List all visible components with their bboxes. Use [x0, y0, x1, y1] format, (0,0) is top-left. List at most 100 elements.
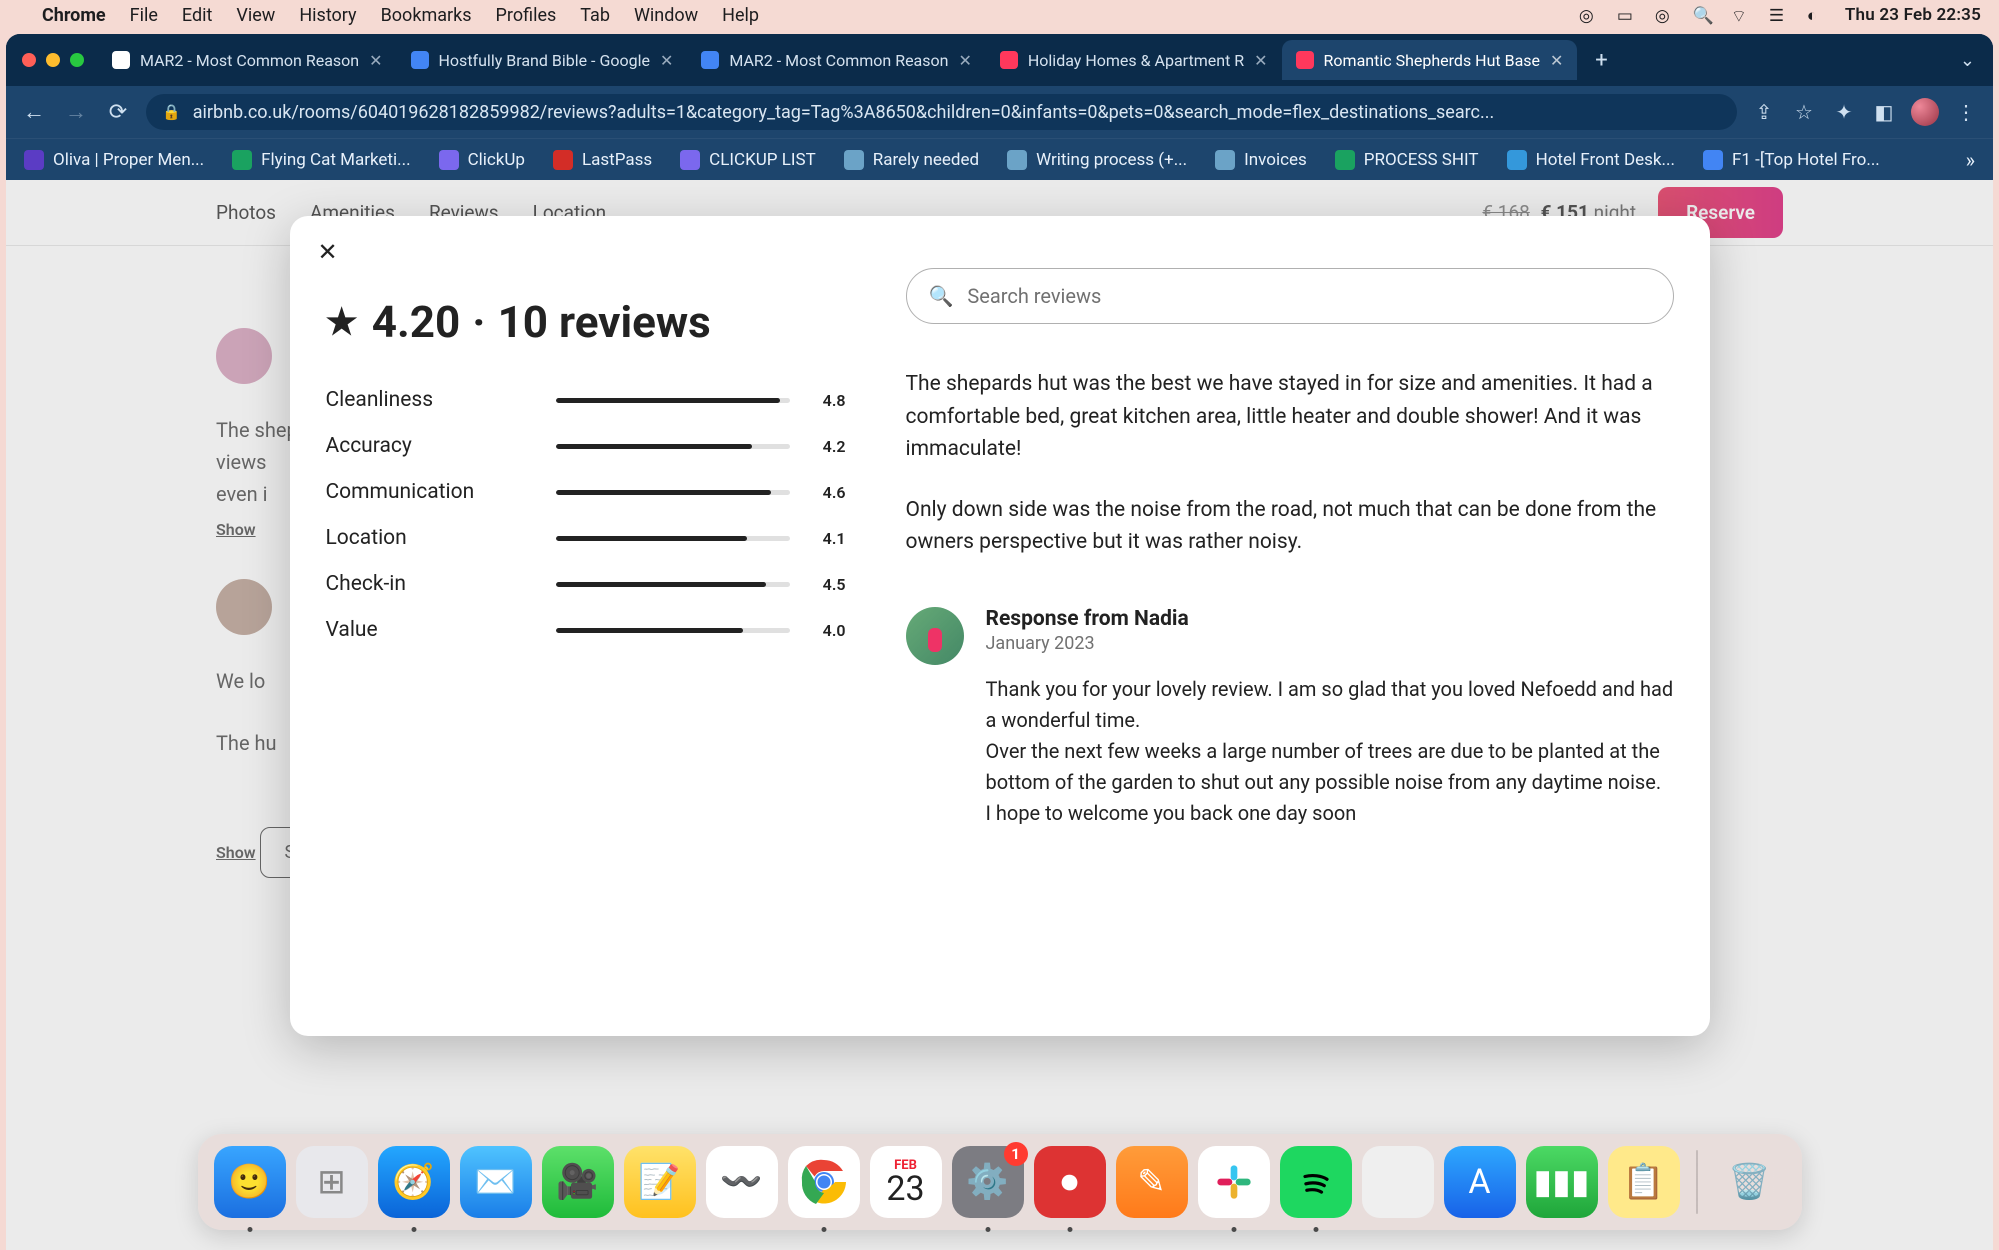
- tab-close-icon[interactable]: ✕: [958, 51, 971, 70]
- chrome-menu-button[interactable]: ⋮: [1953, 100, 1979, 124]
- rating-bar-fill: [556, 490, 771, 495]
- dock-icon-app[interactable]: [1362, 1146, 1434, 1218]
- omnibox[interactable]: 🔒 airbnb.co.uk/rooms/604019628182859982/…: [146, 94, 1737, 130]
- browser-tab-active[interactable]: Romantic Shepherds Hut Base ✕: [1282, 40, 1578, 80]
- tab-close-icon[interactable]: ✕: [369, 51, 382, 70]
- rating-row-accuracy: Accuracy 4.2: [326, 434, 846, 458]
- bookmark-item[interactable]: LastPass: [553, 150, 652, 170]
- tab-title: MAR2 - Most Common Reason: [140, 51, 359, 70]
- rating-label: Value: [326, 618, 556, 642]
- share-button[interactable]: ⇪: [1751, 100, 1777, 124]
- bookmark-folder[interactable]: Invoices: [1215, 150, 1307, 170]
- tab-close-icon[interactable]: ✕: [1550, 51, 1563, 70]
- window-close-button[interactable]: [22, 53, 36, 67]
- bookmark-item[interactable]: CLICKUP LIST: [680, 150, 816, 170]
- dock-icon-facetime[interactable]: 🎥: [542, 1146, 614, 1218]
- bookmark-favicon: [553, 150, 573, 170]
- dock-icon-pages[interactable]: ✎: [1116, 1146, 1188, 1218]
- page-viewport: Photos Amenities Reviews Location € 168 …: [6, 180, 1993, 1250]
- bookmark-item[interactable]: ClickUp: [439, 150, 525, 170]
- omnibox-url: airbnb.co.uk/rooms/604019628182859982/re…: [193, 102, 1721, 123]
- menubar-item-tab[interactable]: Tab: [580, 5, 610, 26]
- site-lock-icon[interactable]: 🔒: [162, 103, 181, 121]
- dock-icon-calendar[interactable]: FEB 23: [870, 1146, 942, 1218]
- menubar-item-window[interactable]: Window: [634, 5, 698, 26]
- tab-close-icon[interactable]: ✕: [1254, 51, 1267, 70]
- bookmark-folder[interactable]: Writing process (+...: [1007, 150, 1187, 170]
- dock-icon-spotify[interactable]: [1280, 1146, 1352, 1218]
- calendar-day: 23: [886, 1172, 924, 1206]
- menubar-app-name[interactable]: Chrome: [42, 5, 106, 26]
- dock-icon-notes[interactable]: 📝: [624, 1146, 696, 1218]
- bookmark-folder[interactable]: Rarely needed: [844, 150, 979, 170]
- star-bookmark-button[interactable]: ☆: [1791, 100, 1817, 124]
- dock-icon-slack[interactable]: [1198, 1146, 1270, 1218]
- new-tab-button[interactable]: +: [1585, 44, 1617, 76]
- menubar-item-help[interactable]: Help: [722, 5, 759, 26]
- search-reviews-input[interactable]: [967, 284, 1650, 308]
- bookmark-item[interactable]: Hotel Front Desk...: [1507, 150, 1675, 170]
- extensions-button[interactable]: ✦: [1831, 100, 1857, 124]
- menubar-item-history[interactable]: History: [299, 5, 356, 26]
- browser-tab[interactable]: Hostfully Brand Bible - Google ✕: [397, 40, 688, 80]
- bookmark-item[interactable]: Oliva | Proper Men...: [24, 150, 204, 170]
- nav-back-button[interactable]: ←: [20, 99, 48, 125]
- bookmark-item[interactable]: Flying Cat Marketi...: [232, 150, 410, 170]
- review-text: The shepards hut was the best we have st…: [906, 368, 1674, 587]
- dock-icon-trash[interactable]: 🗑️: [1714, 1146, 1786, 1218]
- window-minimize-button[interactable]: [46, 53, 60, 67]
- spotlight-search-icon[interactable]: 🔍: [1693, 6, 1711, 24]
- menubar-item-view[interactable]: View: [236, 5, 275, 26]
- control-center-icon[interactable]: ☰: [1769, 6, 1787, 24]
- battery-icon[interactable]: ▭: [1617, 6, 1635, 24]
- profile-avatar-button[interactable]: [1911, 98, 1939, 126]
- rating-bar-fill: [556, 536, 748, 541]
- nav-forward-button[interactable]: →: [62, 99, 90, 125]
- dock-icon-stickies[interactable]: 📋: [1608, 1146, 1680, 1218]
- nav-reload-button[interactable]: ⟳: [104, 100, 132, 125]
- sidepanel-button[interactable]: ◧: [1871, 100, 1897, 124]
- bookmark-item[interactable]: F1 -[Top Hotel Fro...: [1703, 150, 1880, 170]
- window-traffic-lights: [22, 53, 84, 67]
- search-reviews-field[interactable]: 🔍: [906, 268, 1674, 324]
- host-avatar: [906, 607, 964, 665]
- tab-title: Holiday Homes & Apartment R: [1028, 51, 1244, 70]
- menubar-item-bookmarks[interactable]: Bookmarks: [381, 5, 472, 26]
- dock-icon-appstore[interactable]: A: [1444, 1146, 1516, 1218]
- airplay-icon[interactable]: ◎: [1655, 6, 1673, 24]
- tab-favicon: [112, 51, 130, 69]
- rating-breakdown: Cleanliness 4.8 Accuracy 4.2 Communicati…: [326, 388, 846, 642]
- dock-icon-chrome[interactable]: [788, 1146, 860, 1218]
- browser-tab[interactable]: MAR2 - Most Common Reason ✕: [98, 40, 397, 80]
- browser-tab[interactable]: Holiday Homes & Apartment R ✕: [986, 40, 1282, 80]
- dock-icon-freeform[interactable]: 〰️: [706, 1146, 778, 1218]
- dock-icon-launchpad[interactable]: ⊞: [296, 1146, 368, 1218]
- dock-icon-finder[interactable]: 🙂: [214, 1146, 286, 1218]
- menubar-item-file[interactable]: File: [130, 5, 158, 26]
- rating-bar: [556, 536, 790, 541]
- wifi-icon[interactable]: ⌔: [1731, 6, 1749, 24]
- folder-icon: [1007, 150, 1027, 170]
- dock-icon-screen-recorder[interactable]: ⏺: [1034, 1146, 1106, 1218]
- dock-icon-safari[interactable]: 🧭: [378, 1146, 450, 1218]
- window-zoom-button[interactable]: [70, 53, 84, 67]
- dock-icon-mail[interactable]: ✉️: [460, 1146, 532, 1218]
- menubar-datetime[interactable]: Thu 23 Feb 22:35: [1845, 5, 1981, 25]
- bookmarks-overflow-button[interactable]: »: [1966, 148, 1975, 172]
- modal-close-button[interactable]: ✕: [318, 238, 338, 266]
- tab-close-icon[interactable]: ✕: [660, 51, 673, 70]
- bookmark-item[interactable]: PROCESS SHIT: [1335, 150, 1479, 170]
- modal-reviews-panel: 🔍 The shepards hut was the best we have …: [906, 244, 1674, 1000]
- record-status-icon[interactable]: ◎: [1579, 6, 1597, 24]
- dock-icon-system-settings[interactable]: ⚙️ 1: [952, 1146, 1024, 1218]
- menubar-item-profiles[interactable]: Profiles: [496, 5, 557, 26]
- browser-tab[interactable]: MAR2 - Most Common Reason ✕: [687, 40, 986, 80]
- modal-ratings-panel: ★ 4.20 · 10 reviews Cleanliness 4.8 Accu…: [326, 244, 846, 1000]
- rating-score: 4.2: [810, 437, 846, 456]
- bookmark-favicon: [680, 150, 700, 170]
- tab-overflow-button[interactable]: ⌄: [1952, 50, 1983, 71]
- host-response-title: Response from Nadia: [986, 607, 1674, 631]
- siri-icon[interactable]: ◐: [1807, 6, 1825, 24]
- dock-icon-numbers[interactable]: ▮▮▮: [1526, 1146, 1598, 1218]
- menubar-item-edit[interactable]: Edit: [182, 5, 212, 26]
